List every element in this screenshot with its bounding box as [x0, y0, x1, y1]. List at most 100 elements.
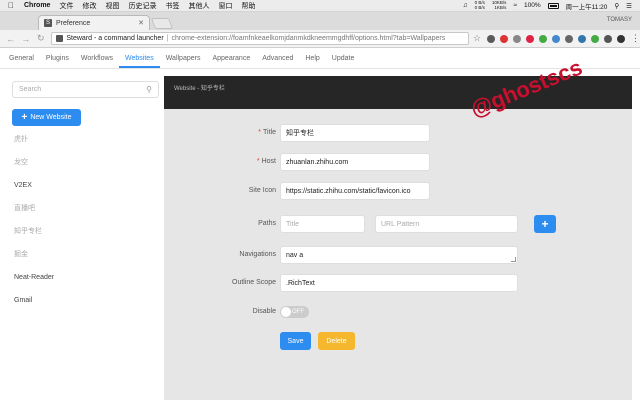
list-item[interactable]: 掘金 — [14, 248, 54, 271]
list-item[interactable]: Neat-Reader — [14, 271, 54, 294]
path-title-input[interactable]: Title — [280, 215, 365, 233]
extension-8-icon[interactable] — [578, 34, 587, 43]
extension-5-icon[interactable] — [539, 34, 548, 43]
host-label: * Host — [256, 158, 276, 165]
host-row: * Host zhuanlan.zhihu.com — [164, 153, 632, 173]
tab-plugins[interactable]: Plugins — [40, 55, 75, 68]
net-down: 0 B/s — [474, 4, 485, 10]
extension-9-icon[interactable] — [591, 34, 600, 43]
list-item[interactable]: 虎扑 — [14, 133, 54, 156]
menu-file[interactable]: 文件 — [59, 1, 73, 11]
new-tab-button[interactable] — [150, 18, 174, 29]
website-editor: Website - 知乎专栏 * Title 知乎专栏 * Host zhuanla… — [164, 76, 632, 400]
tab-appearance[interactable]: Appearance — [206, 55, 256, 68]
plus-icon: + — [541, 217, 549, 231]
websites-sidebar: Search ⚲ + New Website 虎扑 龙空 V2EX 直播吧 知乎… — [0, 70, 164, 400]
network-speed-2: 10KB/s 1KB/s — [492, 0, 507, 10]
toggle-knob — [281, 307, 291, 317]
preference-tabs: General Plugins Workflows Websites Wallp… — [0, 49, 640, 69]
bookmark-star-icon[interactable]: ☆ — [473, 33, 481, 44]
delete-button[interactable]: Delete — [318, 332, 355, 350]
host-input[interactable]: zhuanlan.zhihu.com — [280, 153, 430, 171]
tab-advanced[interactable]: Advanced — [256, 55, 299, 68]
disable-toggle[interactable]: OFF — [280, 306, 309, 318]
outline-scope-row: Outline Scope .RichText — [164, 274, 632, 294]
new-website-button[interactable]: + New Website — [12, 109, 81, 126]
list-item[interactable]: 龙空 — [14, 156, 54, 179]
extension-4-icon[interactable] — [526, 34, 535, 43]
wifi-icon[interactable]: ≈ — [513, 2, 517, 9]
menu-view[interactable]: 视图 — [105, 1, 119, 11]
disable-label: Disable — [252, 308, 276, 315]
menu-window[interactable]: 窗口 — [218, 1, 232, 11]
apple-icon[interactable]:  — [8, 1, 18, 10]
menu-edit[interactable]: 修改 — [82, 1, 96, 11]
extension-6-icon[interactable] — [552, 34, 561, 43]
address-separator: | — [166, 35, 169, 42]
website-list: 虎扑 龙空 V2EX 直播吧 知乎专栏 掘金 Neat-Reader Gmail — [14, 133, 54, 317]
tab-general[interactable]: General — [3, 55, 40, 68]
notification-center-icon[interactable]: ☰ — [626, 2, 632, 10]
reload-icon[interactable]: ↻ — [36, 33, 45, 44]
tab-websites[interactable]: Websites — [119, 55, 160, 68]
title-label: * Title — [258, 129, 276, 136]
list-item[interactable]: V2EX — [14, 179, 54, 202]
resize-grip-icon[interactable] — [511, 257, 516, 262]
browser-toolbar: ← → ↻ Steward - a command launcher | chr… — [0, 30, 640, 48]
navigations-textarea[interactable]: nav a — [280, 246, 518, 264]
battery-icon[interactable] — [547, 2, 559, 9]
extension-3-icon[interactable] — [513, 34, 522, 43]
search-input[interactable]: Search ⚲ — [12, 81, 159, 98]
tab-workflows[interactable]: Workflows — [75, 55, 119, 68]
macos-menu-bar:  Chrome 文件 修改 视图 历史记录 书签 其他人 窗口 帮助 ♫ 0 … — [0, 0, 640, 12]
extension-icons — [487, 34, 626, 43]
extension-11-icon[interactable] — [617, 34, 626, 43]
plus-icon: + — [21, 112, 28, 123]
extension-7-icon[interactable] — [565, 34, 574, 43]
site-icon-label: Site Icon — [248, 187, 276, 194]
steward-favicon-icon: S — [44, 19, 52, 27]
extension-page-icon — [56, 35, 64, 42]
clock[interactable]: 周一上午11:20 — [566, 1, 608, 11]
title-input[interactable]: 知乎专栏 — [280, 124, 430, 142]
tab-close-icon[interactable]: ✕ — [138, 19, 144, 27]
chrome-menu-icon[interactable]: ⋮ — [631, 33, 640, 44]
tab-title: Preference — [56, 19, 91, 27]
extension-1-icon[interactable] — [487, 34, 496, 43]
menu-bookmarks[interactable]: 书签 — [165, 1, 179, 11]
tab-help[interactable]: Help — [299, 55, 325, 68]
extension-2-icon[interactable] — [500, 34, 509, 43]
extension-10-icon[interactable] — [604, 34, 613, 43]
path-url-pattern-input[interactable]: URL Pattern — [375, 215, 518, 233]
list-item[interactable]: 直播吧 — [14, 202, 54, 225]
menu-help[interactable]: 帮助 — [241, 1, 255, 11]
back-icon[interactable]: ← — [6, 34, 15, 44]
list-item[interactable]: 知乎专栏 — [14, 225, 54, 248]
title-row: * Title 知乎专栏 — [164, 124, 632, 144]
address-bar[interactable]: Steward - a command launcher | chrome-ex… — [51, 32, 469, 45]
disable-row: Disable OFF — [164, 303, 632, 323]
tab-update[interactable]: Update — [326, 55, 361, 68]
site-icon-input[interactable]: https://static.zhihu.com/static/favicon.… — [280, 182, 430, 200]
spotlight-icon[interactable]: ⚲ — [614, 2, 619, 10]
navigations-label: Navigations — [239, 251, 276, 258]
site-icon-row: Site Icon https://static.zhihu.com/stati… — [164, 182, 632, 202]
tab-wallpapers[interactable]: Wallpapers — [160, 55, 207, 68]
list-item[interactable]: Gmail — [14, 294, 54, 317]
menu-people[interactable]: 其他人 — [188, 1, 209, 11]
forward-icon[interactable]: → — [21, 34, 30, 44]
navigations-row: Navigations nav a — [164, 246, 632, 266]
browser-tab-strip: S Preference ✕ TOMASY — [0, 12, 640, 30]
browser-tab-preference[interactable]: S Preference ✕ — [38, 15, 150, 30]
toggle-state: OFF — [292, 309, 304, 315]
outline-scope-input[interactable]: .RichText — [280, 274, 518, 292]
add-path-button[interactable]: + — [534, 215, 556, 233]
music-icon[interactable]: ♫ — [463, 2, 468, 9]
menu-history[interactable]: 历史记录 — [128, 1, 156, 11]
new-website-label: New Website — [30, 114, 72, 121]
paths-label: Paths — [258, 220, 276, 227]
save-button[interactable]: Save — [280, 332, 311, 350]
app-menu-chrome[interactable]: Chrome — [24, 2, 50, 9]
search-icon: ⚲ — [146, 85, 152, 94]
profile-name[interactable]: TOMASY — [607, 17, 632, 23]
